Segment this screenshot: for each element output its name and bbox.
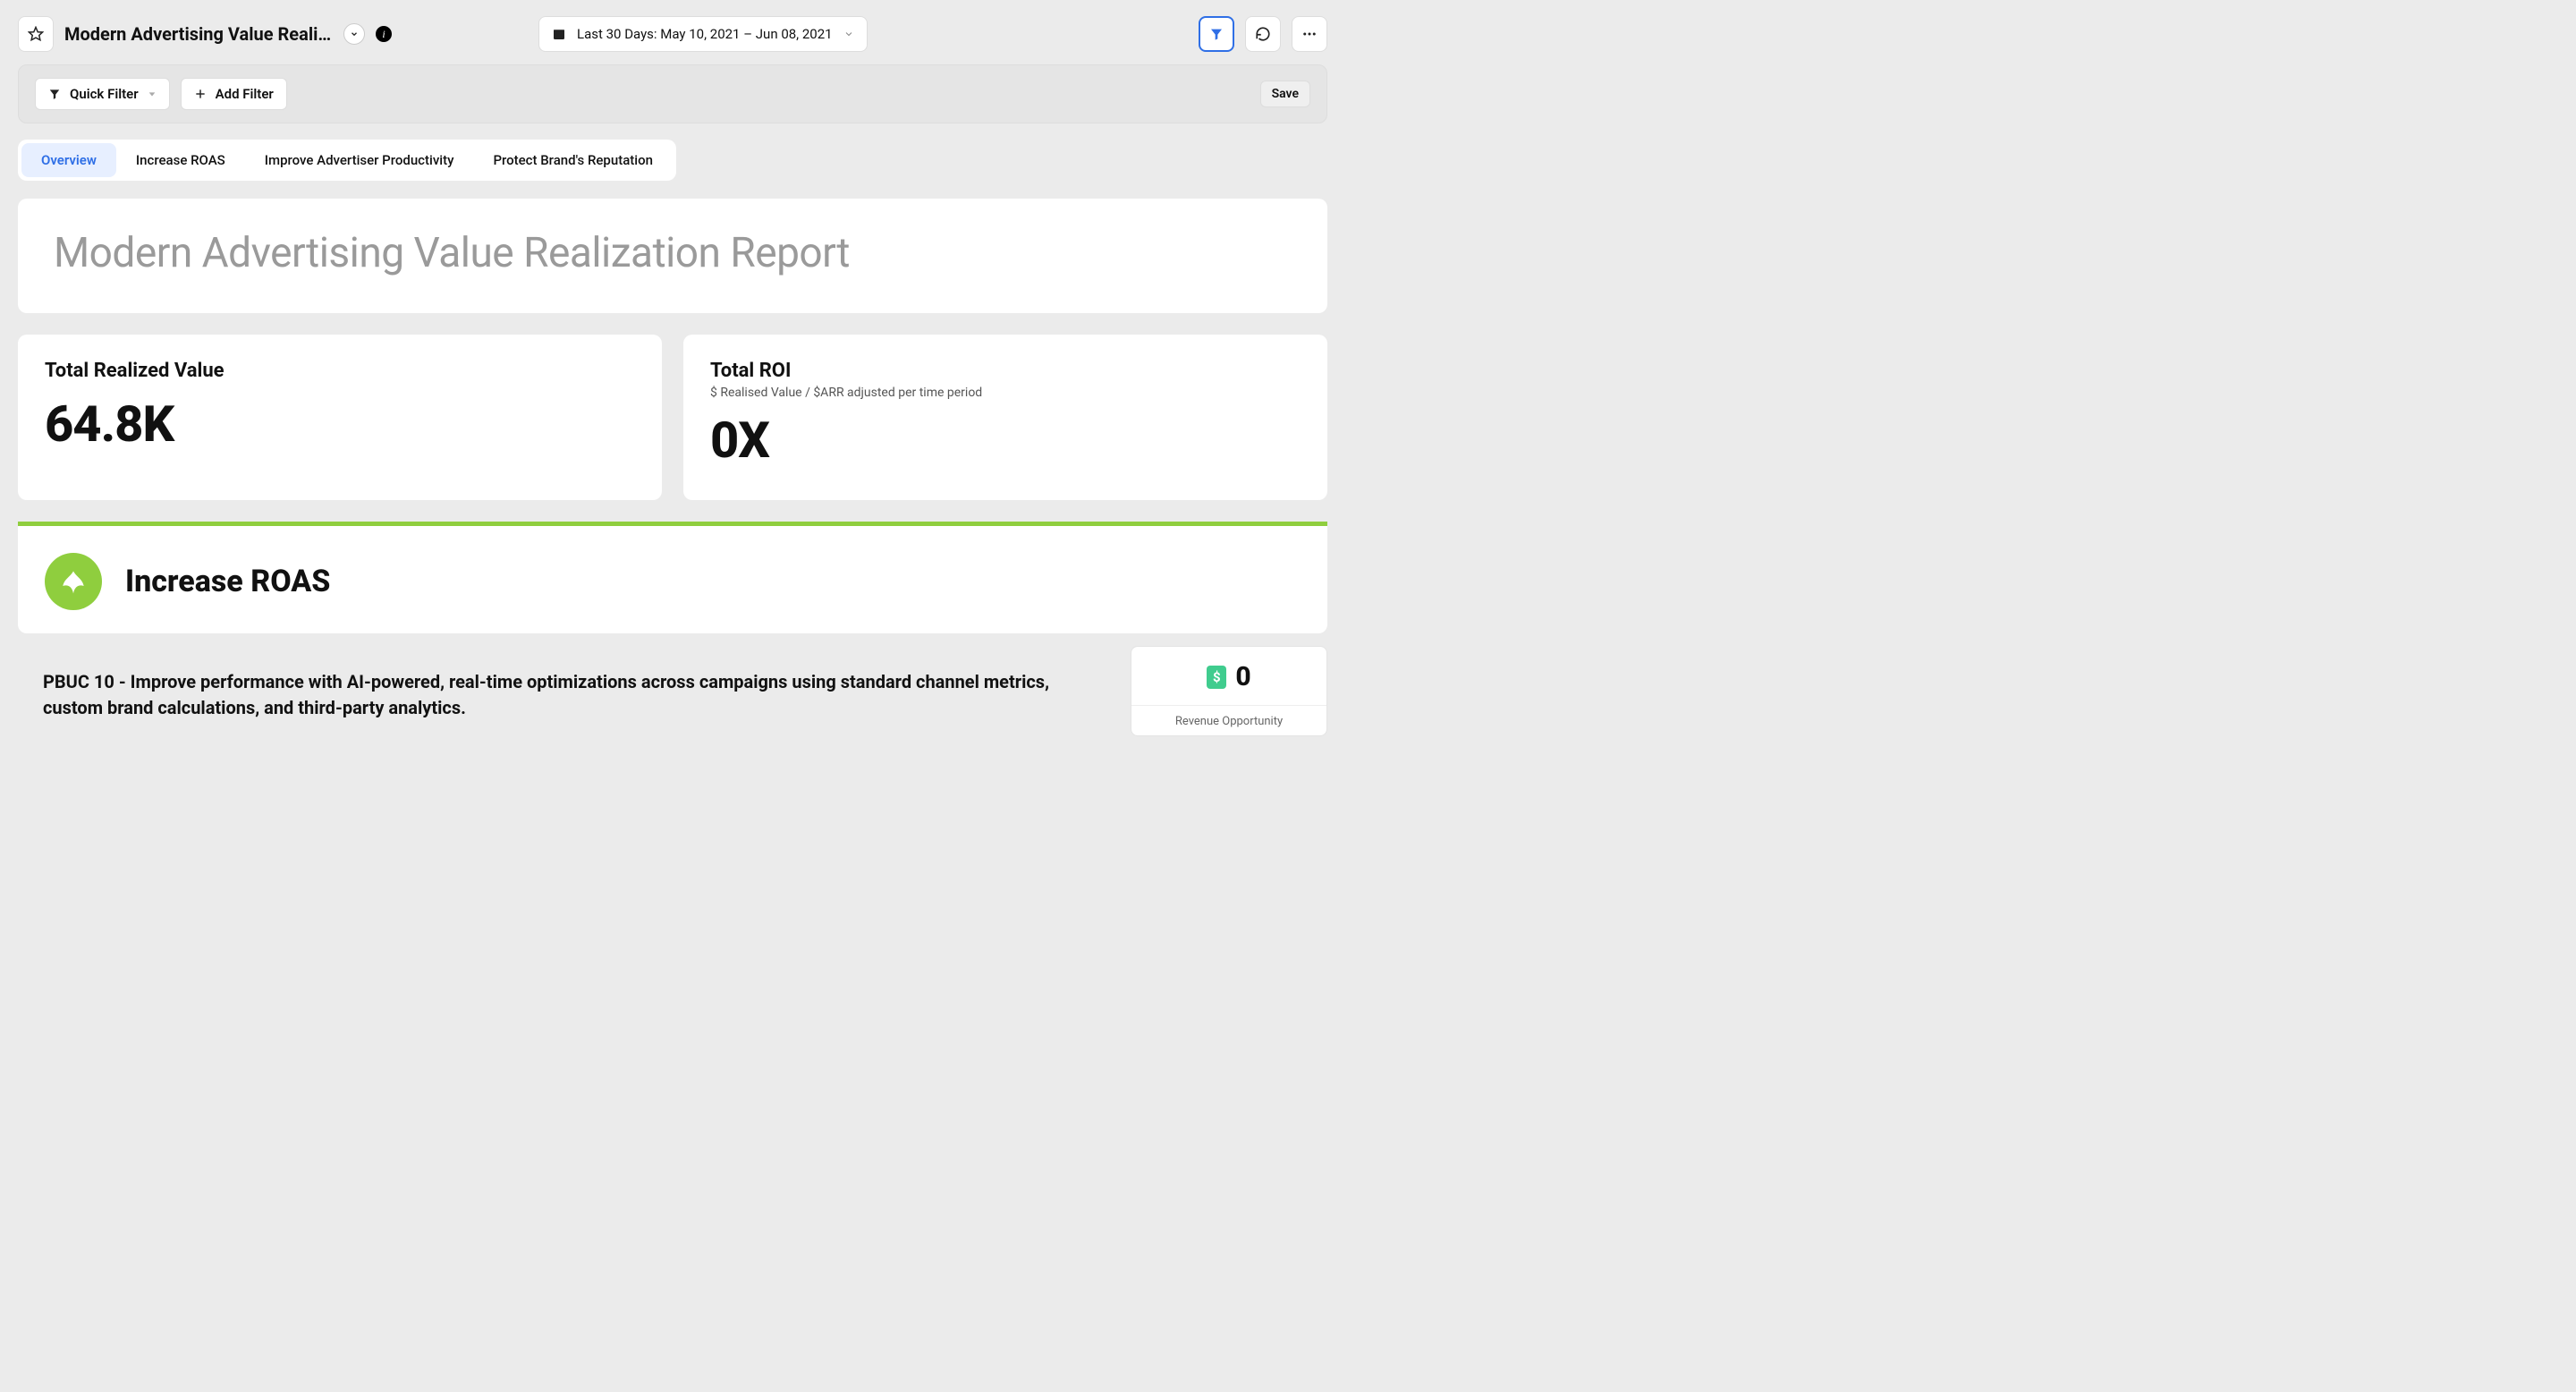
add-filter-label: Add Filter xyxy=(216,86,274,102)
stat-roi-subtitle: $ Realised Value / $ARR adjusted per tim… xyxy=(710,386,1301,400)
save-button[interactable]: Save xyxy=(1260,81,1310,107)
chevron-down-icon xyxy=(350,30,359,38)
tabs: Overview Increase ROAS Improve Advertise… xyxy=(18,140,676,181)
refresh-icon xyxy=(1255,26,1271,42)
date-range-picker[interactable]: Last 30 Days: May 10, 2021 – Jun 08, 202… xyxy=(538,16,868,52)
stat-realized-title: Total Realized Value xyxy=(45,360,635,382)
funnel-icon xyxy=(1209,27,1224,41)
hero-card: Modern Advertising Value Realization Rep… xyxy=(18,199,1327,313)
caret-down-icon xyxy=(148,89,157,98)
star-icon xyxy=(28,26,44,42)
add-filter-button[interactable]: Add Filter xyxy=(181,78,287,110)
leaf-icon xyxy=(45,553,102,610)
info-button[interactable]: i xyxy=(376,26,392,42)
quick-filter-button[interactable]: Quick Filter xyxy=(35,78,170,110)
refresh-button[interactable] xyxy=(1245,16,1281,52)
date-range-text: Last 30 Days: May 10, 2021 – Jun 08, 202… xyxy=(577,26,833,42)
detail-text: PBUC 10 - Improve performance with AI-po… xyxy=(18,646,1109,736)
section-title: Increase ROAS xyxy=(125,564,330,599)
favorite-button[interactable] xyxy=(18,16,54,52)
stat-card-realized: Total Realized Value 64.8K xyxy=(18,335,662,500)
tab-improve-productivity[interactable]: Improve Advertiser Productivity xyxy=(245,143,474,177)
quick-filter-label: Quick Filter xyxy=(70,86,139,102)
tab-protect-brand[interactable]: Protect Brand's Reputation xyxy=(473,143,673,177)
stat-roi-value: 0X xyxy=(710,411,1301,470)
top-bar: Modern Advertising Value Realizati... i … xyxy=(0,0,1345,64)
stat-row: Total Realized Value 64.8K Total ROI $ R… xyxy=(18,335,1327,500)
opportunity-value: 0 xyxy=(1235,661,1250,692)
page-title: Modern Advertising Value Realizati... xyxy=(64,23,333,45)
content: Modern Advertising Value Realization Rep… xyxy=(18,199,1327,736)
calendar-icon xyxy=(552,27,566,41)
hero-title: Modern Advertising Value Realization Rep… xyxy=(54,229,1292,277)
stat-card-roi: Total ROI $ Realised Value / $ARR adjust… xyxy=(683,335,1327,500)
filter-toggle-button[interactable] xyxy=(1199,16,1234,52)
section-increase-roas: Increase ROAS xyxy=(18,522,1327,633)
title-group: Modern Advertising Value Realizati... i xyxy=(64,23,392,45)
funnel-icon xyxy=(48,88,61,100)
tab-overview[interactable]: Overview xyxy=(21,143,116,177)
title-dropdown-button[interactable] xyxy=(343,23,365,45)
stat-realized-value: 64.8K xyxy=(45,395,635,454)
more-button[interactable] xyxy=(1292,16,1327,52)
revenue-opportunity-box: $ 0 Revenue Opportunity xyxy=(1131,646,1327,736)
info-icon: i xyxy=(382,28,385,41)
more-horizontal-icon xyxy=(1301,26,1318,42)
tab-increase-roas[interactable]: Increase ROAS xyxy=(116,143,245,177)
opportunity-value-row: $ 0 xyxy=(1131,647,1326,706)
opportunity-label: Revenue Opportunity xyxy=(1131,706,1326,735)
save-label: Save xyxy=(1272,87,1299,101)
stat-roi-title: Total ROI xyxy=(710,360,1301,382)
detail-row: PBUC 10 - Improve performance with AI-po… xyxy=(18,646,1327,736)
dollar-icon: $ xyxy=(1207,666,1226,689)
filter-bar: Quick Filter Add Filter Save xyxy=(18,64,1327,123)
plus-icon xyxy=(194,88,207,100)
chevron-down-icon xyxy=(843,29,854,39)
